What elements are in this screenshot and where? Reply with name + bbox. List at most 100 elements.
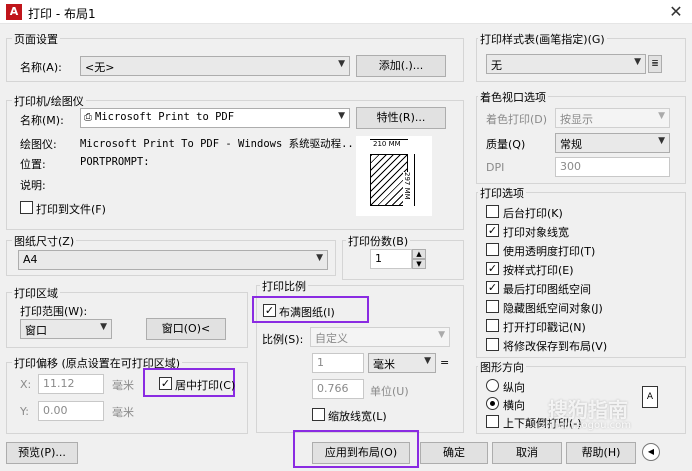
chevron-down-icon: ▼ <box>424 356 431 366</box>
copies-down-icon[interactable]: ▼ <box>412 259 426 269</box>
dpi-label: DPI <box>486 161 505 174</box>
portrait-label: 纵向 <box>503 381 525 394</box>
landscape-label: 横向 <box>503 399 525 412</box>
print-to-file-label: 打印到文件(F) <box>36 203 106 216</box>
offset-x-label: X: <box>20 378 32 391</box>
quality-value: 常规 <box>560 138 582 151</box>
page-setup-name-value: <无> <box>85 61 115 74</box>
print-option-label: 按样式打印(E) <box>503 264 574 277</box>
offset-x-input[interactable]: 11.12 <box>38 374 104 394</box>
print-range-label: 打印范围(W): <box>20 305 88 318</box>
center-print-label: 居中打印(C) <box>175 379 236 392</box>
print-option-checkbox[interactable] <box>486 338 499 351</box>
chevron-down-icon: ▼ <box>338 59 345 69</box>
print-option-checkbox[interactable] <box>486 319 499 332</box>
print-range-value: 窗口 <box>25 324 47 337</box>
offset-y-input[interactable]: 0.00 <box>38 401 104 421</box>
print-option-checkbox[interactable] <box>486 243 499 256</box>
print-option-checkbox[interactable] <box>486 300 499 313</box>
cancel-button[interactable]: 取消 <box>492 442 562 464</box>
page-setup-title: 页面设置 <box>12 31 60 47</box>
copies-input[interactable]: 1 <box>370 249 412 269</box>
offset-x-unit: 毫米 <box>112 379 134 392</box>
print-area-title: 打印区域 <box>12 285 60 301</box>
plot-style-value: 无 <box>491 59 502 72</box>
page-setup-name-select[interactable]: <无> ▼ <box>80 56 350 76</box>
printer-properties-button[interactable]: 特性(R)... <box>356 107 446 129</box>
shade-plot-select[interactable]: 按显示 ▼ <box>555 108 670 128</box>
print-option-label: 将修改保存到布局(V) <box>503 340 608 353</box>
shade-plot-value: 按显示 <box>560 113 593 126</box>
printer-icon: ⎙ <box>84 112 92 123</box>
chevron-down-icon: ▼ <box>634 57 641 67</box>
close-icon[interactable]: ✕ <box>664 2 688 22</box>
scale-lineweights-checkbox[interactable] <box>312 408 325 421</box>
title-bar <box>0 0 692 24</box>
autocad-app-icon: A <box>6 4 22 20</box>
preview-height-dimension <box>414 154 415 206</box>
scale-equals: = <box>440 356 450 369</box>
copies-title: 打印份数(B) <box>346 233 411 249</box>
printer-name-select[interactable]: ⎙ Microsoft Print to PDF ▼ <box>80 108 350 128</box>
print-range-select[interactable]: 窗口 ▼ <box>20 319 112 339</box>
print-option-checkbox[interactable]: ✓ <box>486 262 499 275</box>
scale-label: 比例(S): <box>262 333 304 346</box>
plotter-value: Microsoft Print To PDF - Windows 系统驱动程..… <box>80 138 361 150</box>
chevron-down-icon: ▼ <box>438 330 445 340</box>
print-option-label: 打印对象线宽 <box>503 226 569 239</box>
print-option-label: 后台打印(K) <box>503 207 563 220</box>
add-page-setup-button[interactable]: 添加(.)... <box>356 55 446 77</box>
help-button[interactable]: 帮助(H) <box>566 442 636 464</box>
scale-lineweights-label: 缩放线宽(L) <box>328 410 387 423</box>
center-print-checkbox[interactable]: ✓ <box>159 377 172 390</box>
scale-unit-select[interactable]: 毫米 ▼ <box>368 353 436 373</box>
landscape-radio[interactable] <box>486 397 499 410</box>
chevron-down-icon: ▼ <box>338 111 345 121</box>
scale-value2-input[interactable]: 0.766 <box>312 379 364 399</box>
chevron-down-icon: ▼ <box>100 322 107 332</box>
scale-value: 自定义 <box>315 332 348 345</box>
preview-width-label: 210 MM <box>373 140 401 148</box>
print-option-checkbox[interactable] <box>486 205 499 218</box>
print-options-title: 打印选项 <box>478 185 526 201</box>
paper-size-select[interactable]: A4 ▼ <box>18 250 328 270</box>
watermark-text: 搜狗指南 <box>548 398 628 422</box>
location-label: 位置: <box>20 158 46 171</box>
chevron-down-icon: ▼ <box>658 136 665 146</box>
dpi-input[interactable]: 300 <box>555 157 670 177</box>
print-option-label: 使用透明度打印(T) <box>503 245 596 258</box>
offset-y-unit: 毫米 <box>112 406 134 419</box>
portrait-radio[interactable] <box>486 379 499 392</box>
printer-title: 打印机/绘图仪 <box>12 93 86 109</box>
print-scale-title: 打印比例 <box>260 278 308 294</box>
printer-name-value: Microsoft Print to PDF <box>95 111 235 123</box>
scale-select[interactable]: 自定义 ▼ <box>310 327 450 347</box>
preview-height-label: 297 MM <box>403 172 411 212</box>
location-value: PORTPROMPT: <box>80 156 150 168</box>
orientation-title: 图形方向 <box>478 359 526 375</box>
ok-button[interactable]: 确定 <box>420 442 488 464</box>
copies-up-icon[interactable]: ▲ <box>412 249 426 259</box>
upside-down-checkbox[interactable] <box>486 415 499 428</box>
print-option-label: 打开打印戳记(N) <box>503 321 586 334</box>
fit-to-paper-checkbox[interactable]: ✓ <box>263 304 276 317</box>
scale-unit2-label: 单位(U) <box>370 385 409 398</box>
print-option-label: 隐藏图纸空间对象(J) <box>503 302 603 315</box>
print-option-checkbox[interactable]: ✓ <box>486 224 499 237</box>
fit-to-paper-label: 布满图纸(I) <box>279 306 335 319</box>
more-options-icon[interactable]: ◀ <box>642 443 660 461</box>
quality-select[interactable]: 常规 ▼ <box>555 133 670 153</box>
scale-unit-value: 毫米 <box>373 358 395 371</box>
print-option-checkbox[interactable]: ✓ <box>486 281 499 294</box>
print-to-file-checkbox[interactable] <box>20 201 33 214</box>
window-select-button[interactable]: 窗口(O)< <box>146 318 226 340</box>
paper-preview: 210 MM 297 MM <box>356 136 432 216</box>
scale-value1-input[interactable]: 1 <box>312 353 364 373</box>
preview-button[interactable]: 预览(P)... <box>6 442 78 464</box>
chevron-down-icon: ▼ <box>658 111 665 121</box>
offset-y-label: Y: <box>20 405 29 418</box>
edit-plot-style-icon[interactable]: ≣ <box>648 55 662 73</box>
description-label: 说明: <box>20 179 46 192</box>
page-setup-name-label: 名称(A): <box>20 61 62 74</box>
plot-style-select[interactable]: 无 ▼ <box>486 54 646 74</box>
